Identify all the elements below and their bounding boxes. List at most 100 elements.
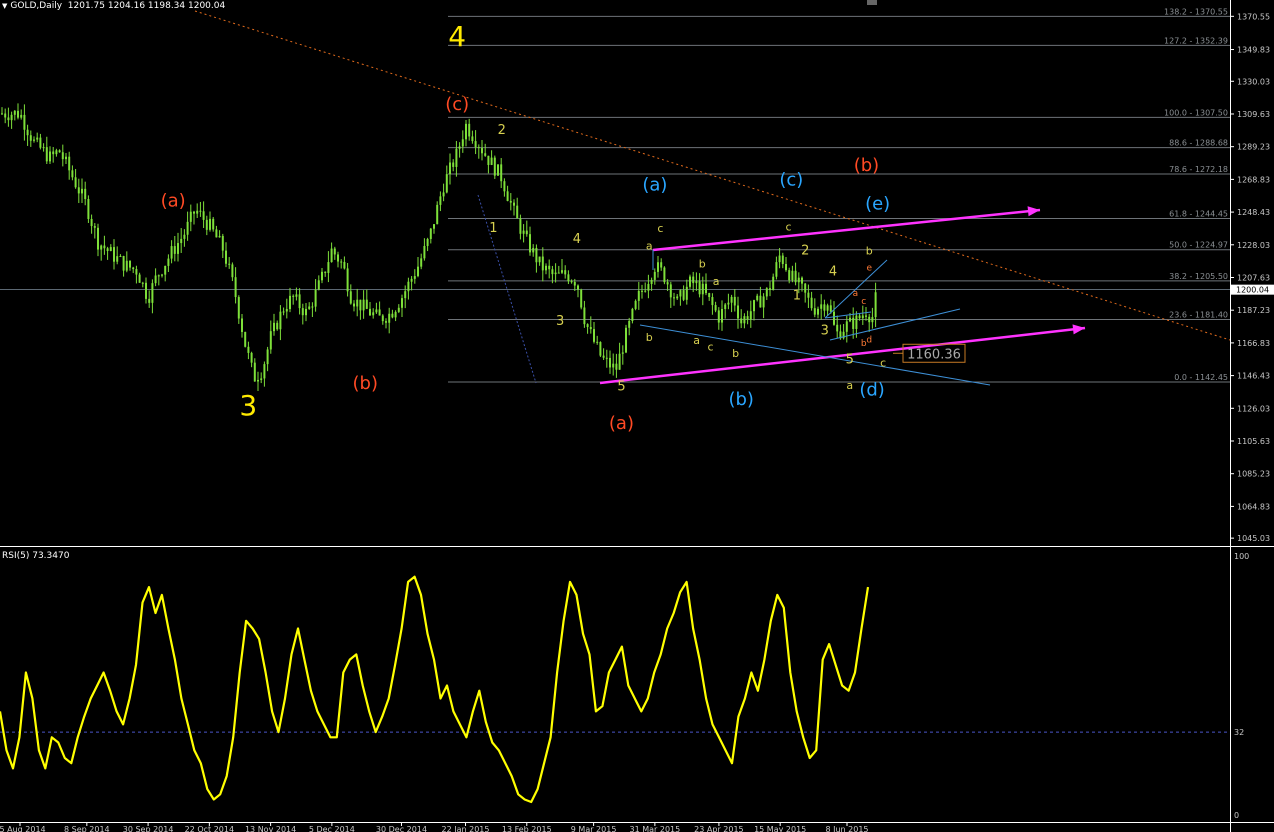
candle-body [455,148,458,167]
candle-body [186,221,189,235]
candle-body [39,137,42,148]
candle-body [762,296,765,308]
candle-body [637,290,640,301]
candle-body [349,291,352,304]
candle-body [519,218,522,234]
candle-body [292,295,295,297]
candle-body [433,224,435,229]
candle-body [689,276,691,287]
candle-body [817,308,819,315]
candle-body [317,280,320,290]
candle-body [653,271,656,280]
candle-body [621,352,624,354]
candle-body [484,153,487,156]
candle-body [557,272,560,274]
candle-body [797,277,800,283]
candle-body [289,295,291,310]
candle-body [753,300,755,312]
symbol-label: GOLD,Daily [10,1,63,11]
candle-body [497,164,499,176]
candle-body [865,315,867,317]
symbol-dropdown-icon[interactable]: ▼ [2,2,7,10]
price-tick-label: 1268.83 [1237,175,1270,184]
candle-body [330,248,333,263]
fib-level-label: 88.6 - 1288.68 [1169,139,1228,148]
candle-body [391,313,394,318]
candle-body [215,229,218,238]
fib-level-label: 100.0 - 1307.50 [1164,108,1228,117]
candle-body [199,210,202,212]
candle-body [679,290,682,297]
candle-body [737,305,739,319]
candle-body [74,177,77,188]
candle-body [257,379,259,382]
price-tick-label: 1370.55 [1237,12,1270,21]
price-tick-label: 1228.03 [1237,241,1270,250]
candle-body [628,321,631,328]
candle-body [833,311,835,325]
wave-label: 2 [801,243,809,258]
candle-body [855,315,858,329]
candle-body [650,279,653,284]
rsi-pane: 100 32 0 [0,552,1249,820]
wave-label: b [646,331,653,344]
chart-axes: 1370.55 1349.83 1330.03 1309.63 1289.23 1268.… [0,0,1274,832]
gold-daily-chart: 138.2 - 1370.55 127.2 - 1352.39 100.0 - 13… [0,0,1274,832]
price-pane: 138.2 - 1370.55 127.2 - 1352.39 100.0 - 13… [0,7,1231,434]
wave-label: 3 [556,314,564,329]
candle-body [631,308,634,322]
candle-body [154,275,157,284]
candle-body [100,245,103,250]
candle-body [794,270,797,283]
date-label: 30 Sep 2014 [123,825,174,832]
candle-body [701,283,704,295]
candle-body [84,188,87,200]
rsi-tick-label: 0 [1234,811,1239,820]
candle-body [698,281,701,295]
candle-body [388,313,391,323]
candle-body [327,262,330,273]
candle-body [775,262,778,277]
date-label: 15 May 2015 [754,825,806,832]
wave-label: (e) [865,194,890,215]
candle-body [266,349,269,365]
candle-body [545,265,547,271]
candle-body [404,291,407,299]
candle-body [93,226,96,228]
candle-body [413,276,416,279]
candle-body [45,147,48,162]
chart-shift-marker[interactable] [867,0,877,5]
candle-body [170,246,173,259]
candle-body [765,288,768,297]
candle-body [513,202,515,206]
candle-body [65,156,67,160]
candle-body [657,262,659,272]
candle-body [717,310,720,323]
candle-body [529,234,531,253]
candle-body [116,256,119,262]
candle-body [721,309,723,323]
candle-body [823,304,826,311]
candle-body [836,324,839,332]
candle-body [193,211,195,214]
wave-label: b [866,244,873,257]
wave-label: 5 [846,352,854,367]
price-tick-label: 1064.83 [1237,502,1270,511]
wave-label: 4 [448,20,466,53]
candle-body [791,270,794,281]
candle-body [849,317,851,322]
candle-body [36,137,39,140]
candle-body [148,298,151,303]
candle-body [17,110,19,118]
candle-body [337,254,339,262]
candle-body [826,305,829,311]
wave-label: 5 [617,380,625,395]
candle-body [273,322,275,332]
wave-label: a [846,379,853,392]
candle-body [477,147,480,149]
candle-body [81,188,83,194]
candle-body [333,248,336,255]
candle-body [183,234,186,239]
candle-body [573,282,576,286]
candle-body [429,228,432,239]
